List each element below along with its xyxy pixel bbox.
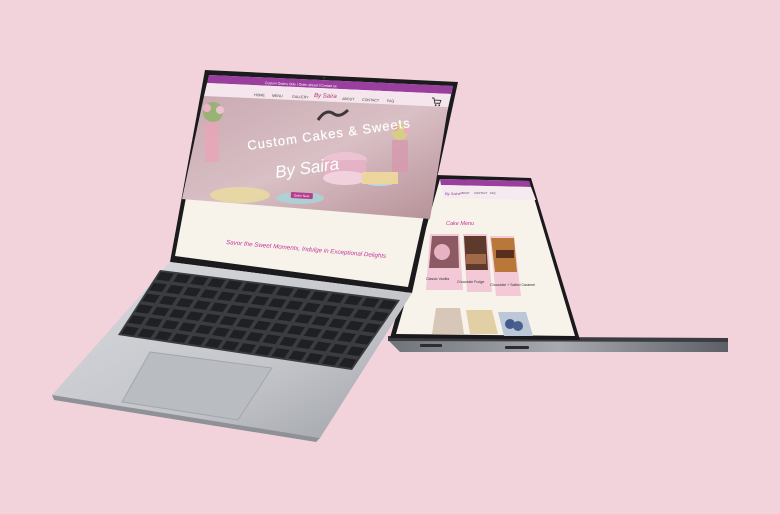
mockup-stage: By Saira ABOUT CONTACT FAQ Cake Menu Class… bbox=[0, 0, 780, 514]
nav-item-home[interactable]: HOME bbox=[254, 93, 266, 98]
order-now-label: Order Now bbox=[294, 193, 310, 198]
back-card-4[interactable] bbox=[432, 308, 464, 334]
back-laptop: By Saira ABOUT CONTACT FAQ Cake Menu Class… bbox=[388, 175, 728, 352]
laptops-mockup: By Saira ABOUT CONTACT FAQ Cake Menu Class… bbox=[52, 70, 728, 442]
back-card-3-name: Chocolate + Salted Caramel bbox=[490, 283, 535, 287]
back-nav: ABOUT CONTACT FAQ bbox=[460, 191, 496, 195]
back-card-2-name: Chocolate Fudge bbox=[457, 280, 484, 284]
nav-item-contact[interactable]: CONTACT bbox=[362, 98, 380, 103]
back-nav-item-faq[interactable]: FAQ bbox=[490, 191, 496, 195]
nav-item-faq[interactable]: FAQ bbox=[387, 99, 395, 103]
nav-logo[interactable]: By Saira bbox=[314, 93, 338, 100]
back-nav-item-contact[interactable]: CONTACT bbox=[474, 191, 488, 195]
back-nav-item-about[interactable]: ABOUT bbox=[460, 191, 470, 195]
nav-item-menu[interactable]: MENU bbox=[272, 94, 283, 98]
back-card-1-name: Classic Vanilla bbox=[426, 277, 449, 281]
back-nav-logo[interactable]: By Saira bbox=[445, 191, 461, 196]
back-section-title: Cake Menu bbox=[446, 221, 474, 227]
nav-item-about[interactable]: ABOUT bbox=[342, 97, 355, 102]
nav-item-gallery[interactable]: GALLERY bbox=[292, 95, 309, 100]
front-laptop: Custom Orders Only | Order ahead | Conta… bbox=[52, 70, 458, 442]
order-now-button[interactable]: Order Now bbox=[290, 192, 313, 200]
front-laptop-screen: Custom Orders Only | Order ahead | Conta… bbox=[175, 75, 453, 287]
